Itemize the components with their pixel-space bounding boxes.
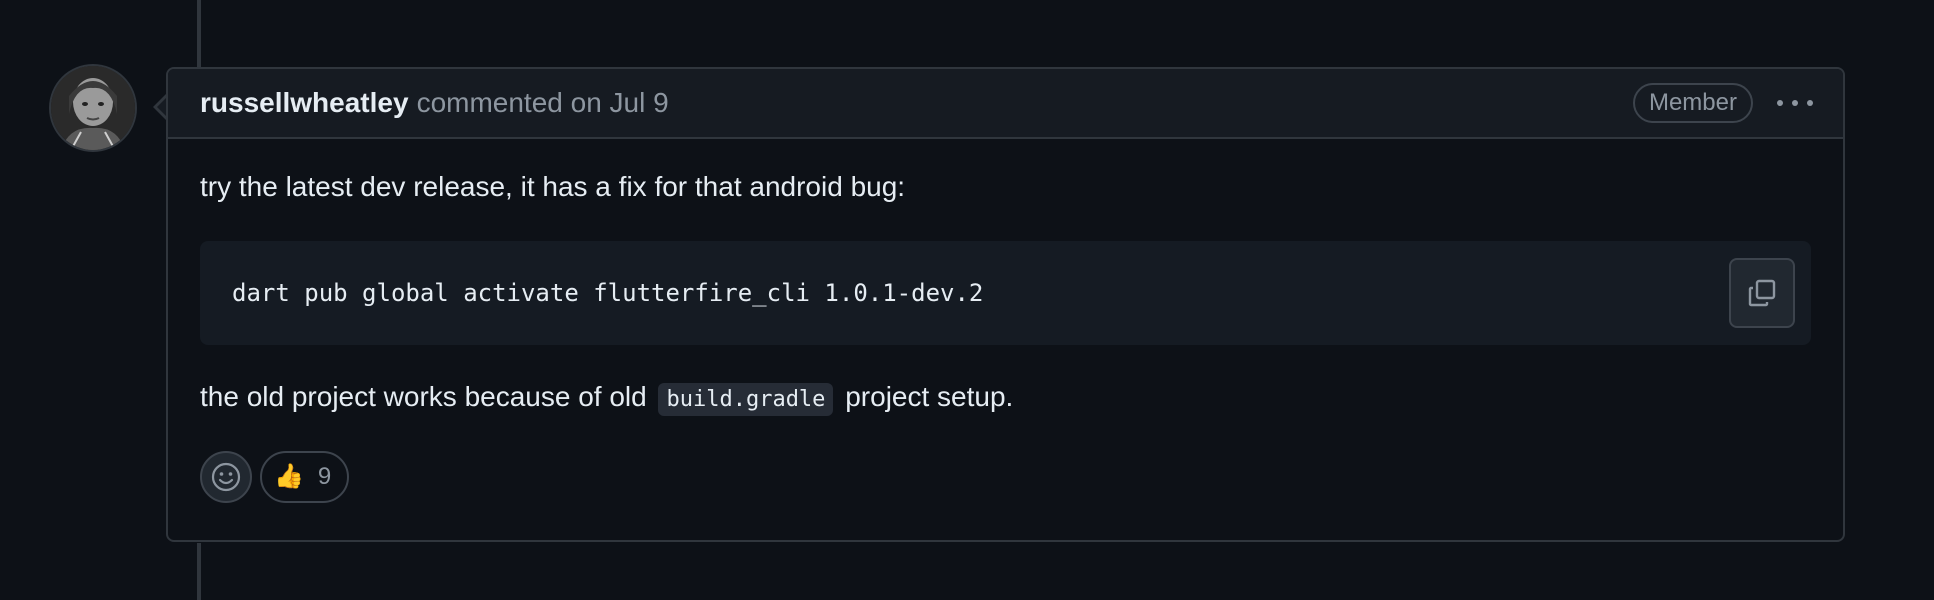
comment-body: try the latest dev release, it has a fix… [168,139,1843,503]
paragraph-2-text-after: project setup. [845,381,1014,412]
kebab-horizontal-icon[interactable] [1777,88,1813,118]
copy-button[interactable] [1729,258,1795,328]
timeline-line-bottom [197,543,201,600]
code-text: dart pub global activate flutterfire_cli… [232,279,984,307]
comment-paragraph-1: try the latest dev release, it has a fix… [200,171,906,202]
timeline-line-top [197,0,201,68]
role-badge: Member [1632,83,1753,123]
code-block: dart pub global activate flutterfire_cli… [200,241,1811,345]
copy-icon [1748,279,1776,307]
reaction-count: 9 [317,463,332,490]
paragraph-2-text-before: the old project works because of old [200,381,647,412]
comment-box: russellwheatley commented on Jul 9 Membe… [166,67,1845,542]
thumbs-up-icon: 👍 [274,463,304,490]
comment-paragraph-2: the old project works because of old bui… [200,379,1811,418]
comment-author[interactable]: russellwheatley [200,87,409,119]
comment-timestamp[interactable]: commented on Jul 9 [417,87,669,119]
inline-code: build.gradle [658,383,834,416]
avatar[interactable] [51,66,135,150]
reactions-bar: 👍 9 [200,451,1811,503]
smiley-icon [211,462,241,492]
add-reaction-button[interactable] [200,451,252,503]
reaction-thumbs-up-button[interactable]: 👍 9 [260,451,350,503]
comment-header: russellwheatley commented on Jul 9 Membe… [168,69,1843,139]
